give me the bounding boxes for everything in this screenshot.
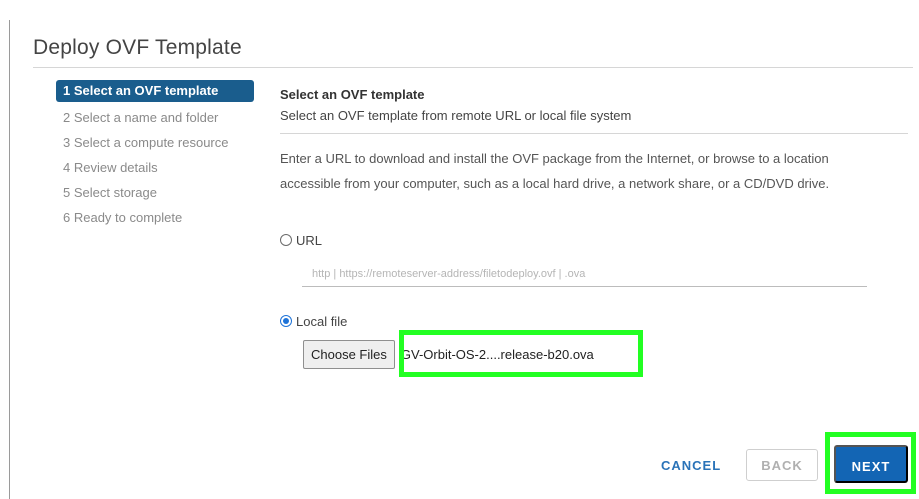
choose-files-button[interactable]: Choose Files (303, 340, 395, 369)
step-select-compute-resource: 3 Select a compute resource (63, 135, 229, 150)
content-heading: Select an OVF template (280, 87, 425, 102)
url-input[interactable] (302, 261, 867, 287)
title-divider (33, 67, 913, 68)
back-button[interactable]: BACK (746, 449, 818, 481)
step-ready-to-complete: 6 Ready to complete (63, 210, 183, 225)
content-description: Enter a URL to download and install the … (280, 151, 830, 191)
next-button-highlight (825, 432, 916, 494)
local-file-option[interactable]: Local file (280, 312, 347, 330)
content-divider (280, 133, 908, 134)
local-file-radio[interactable] (280, 315, 292, 327)
selected-file-highlight (399, 330, 643, 377)
local-file-option-label: Local file (296, 313, 348, 329)
step-review-details: 4 Review details (63, 160, 158, 175)
wizard-title: Deploy OVF Template (33, 36, 242, 59)
step-select-storage: 5 Select storage (63, 185, 157, 200)
step-content: Select an OVF template Select an OVF tem… (280, 86, 908, 369)
wizard-steps: 1 Select an OVF template 2 Select a name… (56, 80, 261, 230)
step-select-ovf-template[interactable]: 1 Select an OVF template (56, 80, 254, 102)
content-subheading: Select an OVF template from remote URL o… (280, 108, 632, 123)
step-select-name-folder: 2 Select a name and folder (63, 110, 219, 125)
url-option-label: URL (296, 232, 323, 248)
url-radio[interactable] (280, 234, 292, 246)
left-edge-divider (9, 20, 10, 499)
cancel-button[interactable]: CANCEL (655, 450, 720, 480)
url-option[interactable]: URL (280, 231, 322, 249)
